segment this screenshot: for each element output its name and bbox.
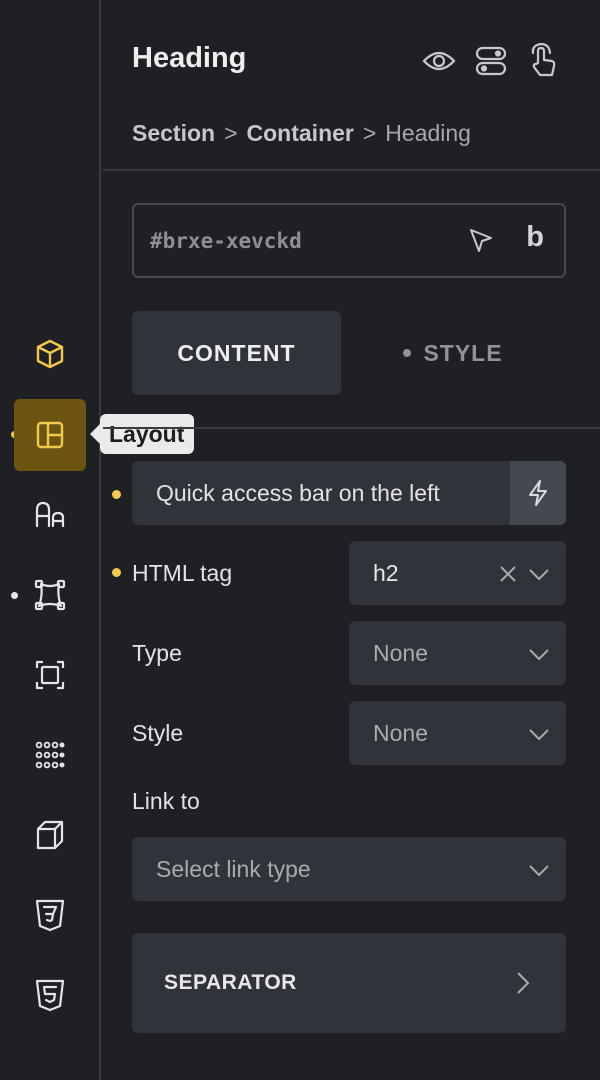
css3-icon[interactable]	[14, 879, 86, 951]
element-panel: Heading Section > Container > Heading #b…	[103, 0, 600, 1080]
bolt-icon[interactable]	[510, 461, 566, 525]
element-cube-icon[interactable]	[14, 318, 86, 390]
element-id-value: #brxe-xevckd	[150, 228, 302, 253]
link-type-select[interactable]: Select link type	[132, 837, 566, 901]
link-to-label: Link to	[132, 788, 200, 814]
breadcrumb-separator: >	[224, 120, 238, 146]
tab-style[interactable]: STYLE	[363, 311, 543, 395]
breadcrumb-item-heading: Heading	[385, 120, 471, 146]
header-divider	[103, 169, 600, 171]
layout-icon[interactable]	[14, 399, 86, 471]
separator-label: SEPARATOR	[164, 971, 297, 994]
chevron-down-icon	[528, 563, 550, 590]
tab-content-label: CONTENT	[177, 339, 296, 366]
b-icon[interactable]: b	[526, 221, 544, 254]
frame-icon[interactable]	[14, 639, 86, 711]
style-select[interactable]: None	[349, 701, 566, 765]
panel-title: Heading	[132, 42, 247, 74]
typography-icon[interactable]	[14, 479, 86, 551]
html-tag-indicator-dot	[112, 568, 121, 577]
icon-rail	[0, 0, 101, 1080]
style-label: Style	[132, 720, 184, 746]
type-select[interactable]: None	[349, 621, 566, 685]
breadcrumb-item-section[interactable]: Section	[132, 120, 215, 147]
link-type-placeholder: Select link type	[156, 855, 311, 882]
element-id-field[interactable]: #brxe-xevckd b	[132, 203, 566, 278]
tabs-divider	[103, 427, 600, 429]
chevron-down-icon	[528, 859, 550, 886]
quick-access-bar-control[interactable]: Quick access bar on the left	[132, 461, 566, 525]
toggle-icon[interactable]	[474, 42, 508, 80]
breadcrumb-separator: >	[362, 120, 377, 146]
chevron-right-icon	[516, 971, 530, 1001]
html-tag-select[interactable]: h2	[349, 541, 566, 605]
grid-dots-icon[interactable]	[14, 719, 86, 791]
transform-cube-icon[interactable]	[14, 799, 86, 871]
html-tag-label: HTML tag	[132, 560, 233, 586]
quick-access-label: Quick access bar on the left	[156, 479, 440, 506]
spacing-icon[interactable]	[14, 559, 86, 631]
style-indicator-dot	[403, 349, 412, 357]
quick-access-indicator-dot	[112, 490, 121, 499]
tab-content[interactable]: CONTENT	[132, 311, 341, 395]
tab-style-label: STYLE	[423, 339, 503, 366]
type-label: Type	[132, 640, 182, 666]
header-actions	[422, 42, 560, 80]
html5-icon[interactable]	[14, 959, 86, 1031]
clear-icon[interactable]	[498, 563, 518, 590]
pointer-hand-icon[interactable]	[526, 42, 560, 80]
breadcrumb: Section > Container > Heading	[132, 120, 471, 147]
chevron-down-icon	[528, 643, 550, 670]
cursor-select-icon[interactable]	[468, 227, 494, 260]
separator-section[interactable]: SEPARATOR	[132, 933, 566, 1033]
breadcrumb-item-container[interactable]: Container	[247, 120, 354, 147]
eye-icon[interactable]	[422, 42, 456, 80]
chevron-down-icon	[528, 723, 550, 750]
